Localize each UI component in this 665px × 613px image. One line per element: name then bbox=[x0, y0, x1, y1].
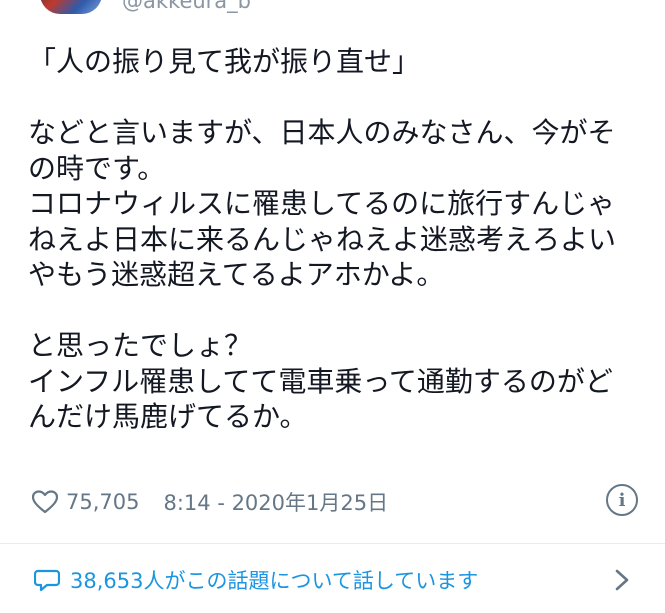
tweet-line bbox=[28, 80, 638, 116]
tweet-timestamp[interactable]: 8:14 - 2020年1月25日 bbox=[163, 487, 388, 517]
avatar[interactable] bbox=[40, 0, 102, 14]
tweet-line: の時です。 bbox=[28, 151, 166, 185]
heart-icon[interactable] bbox=[32, 490, 58, 514]
tweet-line: と思ったでしょ？ bbox=[28, 329, 253, 362]
tweet-header: @akkeura_b bbox=[0, 0, 665, 20]
tweet-text: 「人の振り見て我が振り直せ」 などと言いますが、日本人のみなさん、今がそ の時で… bbox=[28, 44, 638, 435]
tweet-line: ねえよ日本に来るんじゃねえよ迷惑考えろよい bbox=[28, 222, 617, 256]
tweet-line bbox=[28, 293, 638, 329]
chevron-right-icon[interactable] bbox=[614, 568, 630, 592]
like-count[interactable]: 75,705 bbox=[66, 490, 139, 514]
info-glyph: i bbox=[618, 489, 626, 511]
info-icon[interactable]: i bbox=[606, 484, 638, 516]
tweet-line: 「人の振り見て我が振り直せ」 bbox=[28, 45, 421, 78]
tweet-line: やもう迷惑超えてるよアホかよ。 bbox=[28, 258, 445, 291]
tweet-line: んだけ馬鹿げてるか。 bbox=[28, 400, 308, 433]
conversation-text[interactable]: 38,653人がこの話題について話しています bbox=[70, 565, 478, 595]
tweet-line: などと言いますが、日本人のみなさん、今がそ bbox=[28, 116, 616, 149]
comment-icon bbox=[34, 569, 60, 592]
divider bbox=[0, 543, 665, 544]
tweet-meta: 75,705 8:14 - 2020年1月25日 i bbox=[32, 482, 642, 522]
author-handle[interactable]: @akkeura_b bbox=[122, 0, 251, 12]
conversation-link[interactable]: 38,653人がこの話題について話しています bbox=[34, 560, 644, 600]
tweet-line: インフル罹患してて電車乗って通勤するのがど bbox=[28, 364, 613, 398]
tweet-line: コロナウィルスに罹患してるのに旅行すんじゃ bbox=[28, 187, 616, 220]
